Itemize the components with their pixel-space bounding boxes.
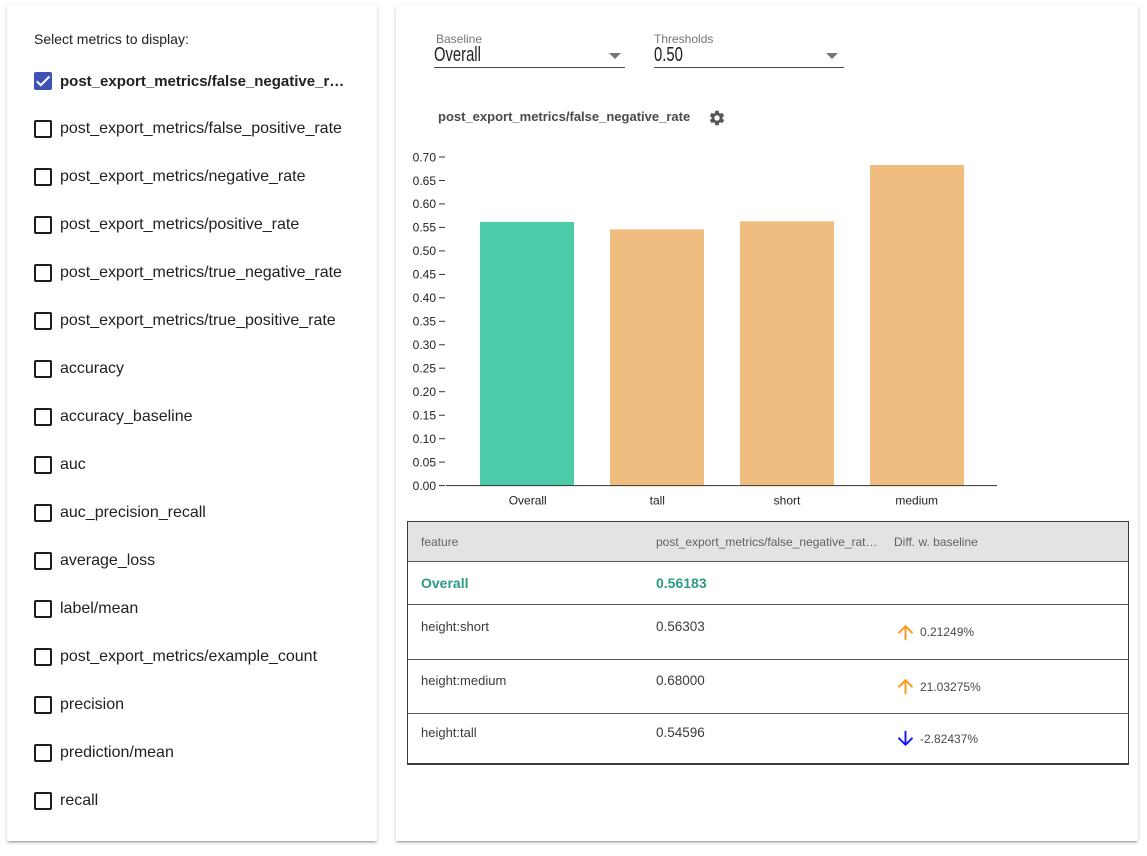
svg-text:0.30: 0.30	[413, 338, 437, 352]
svg-text:0.50: 0.50	[413, 244, 437, 258]
svg-text:0.70: 0.70	[413, 150, 437, 164]
svg-text:tall: tall	[650, 494, 665, 508]
svg-text:0.10: 0.10	[413, 432, 437, 446]
svg-text:medium: medium	[895, 494, 938, 508]
svg-text:0.05: 0.05	[413, 455, 437, 469]
svg-text:0.00: 0.00	[413, 479, 437, 493]
svg-text:short: short	[774, 494, 801, 508]
svg-text:0.35: 0.35	[413, 315, 437, 329]
svg-text:0.65: 0.65	[413, 174, 437, 188]
svg-text:0.40: 0.40	[413, 291, 437, 305]
svg-text:0.20: 0.20	[413, 385, 437, 399]
svg-text:0.45: 0.45	[413, 268, 437, 282]
svg-text:0.60: 0.60	[413, 197, 437, 211]
svg-text:0.25: 0.25	[413, 362, 437, 376]
svg-text:Overall: Overall	[509, 494, 547, 508]
svg-text:0.55: 0.55	[413, 221, 437, 235]
svg-text:0.15: 0.15	[413, 409, 437, 423]
